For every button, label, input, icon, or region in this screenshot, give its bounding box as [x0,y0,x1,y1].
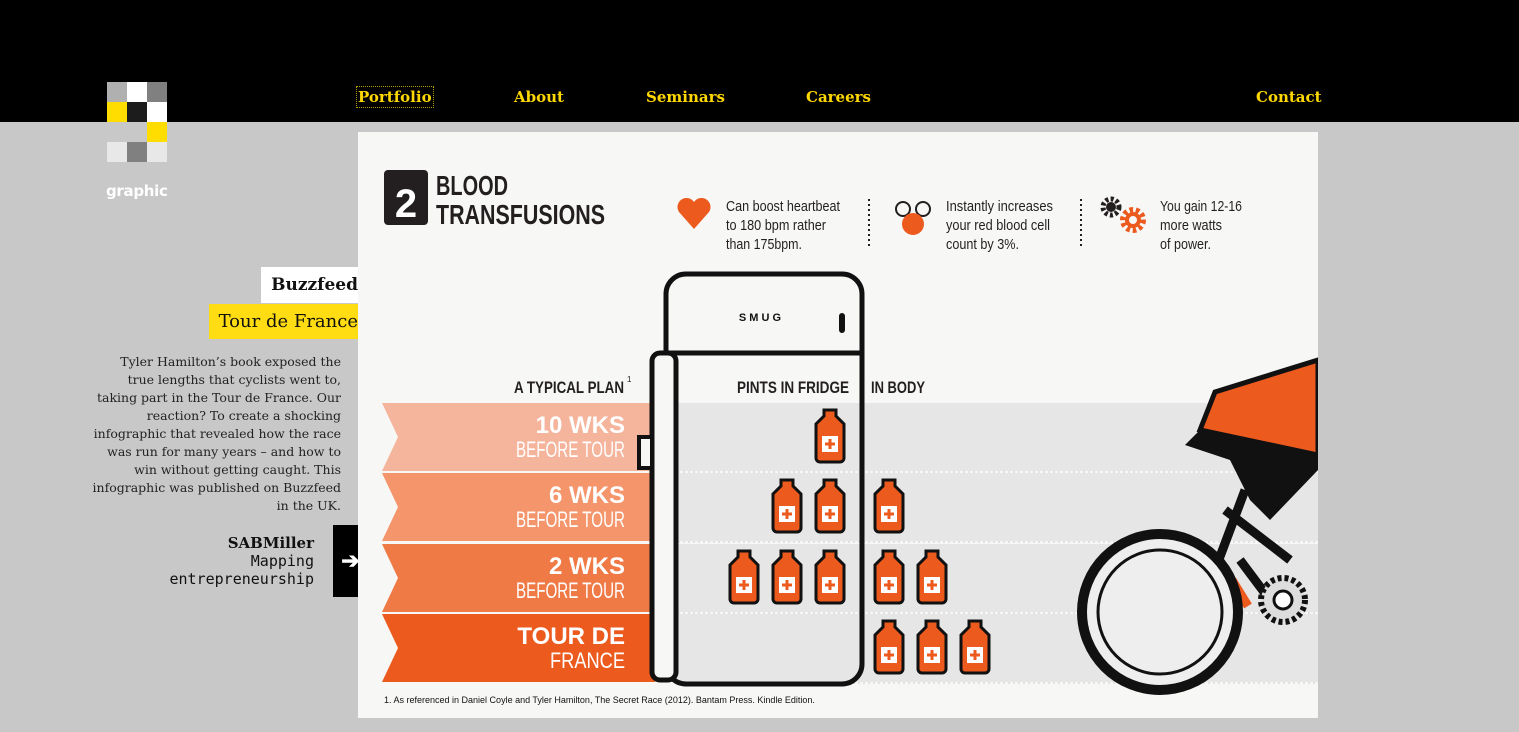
nav-about[interactable]: About [513,87,565,107]
logo-cell [127,82,147,102]
fact-1-line-1: Can boost heartbeat [726,198,841,215]
fact-3: You gain 12-16 more watts of power. [1160,198,1242,253]
fact-1-line-3: than 175bpm. [726,236,802,253]
next-project-link[interactable]: SABMiller Mapping entrepreneurship [170,534,315,588]
fact-2-line-1: Instantly increases [946,198,1053,215]
fact-3-line-2: more watts [1160,217,1222,234]
fact-3-line-3: of power. [1160,236,1211,253]
fact-3-line-1: You gain 12-16 [1160,198,1242,215]
arrow-right-icon: ➔ [341,548,360,574]
logo-cell [107,102,127,122]
fact-2-line-3: count by 3%. [946,236,1019,253]
row-label-1: 10 WKS [536,412,625,439]
row-label-2: BEFORE TOUR [516,578,625,603]
fridge-blood-bag-icon [771,549,803,605]
header-plan-note: 1 [627,375,632,384]
logo-cell [127,142,147,162]
plan-row: 10 WKSBEFORE TOUR [382,403,1318,473]
row-label-1: TOUR DE [517,623,625,650]
next-project-title-2: entrepreneurship [169,570,315,588]
body-blood-bag-icon [873,549,905,605]
body-blood-bag-icon [873,478,905,534]
number-text: 2 [395,182,417,226]
header-body: IN BODY [871,378,926,397]
row-label-2: FRANCE [550,648,625,673]
body-blood-bag-icon [959,619,991,675]
logo-cell [127,122,147,142]
logo-cell [107,142,127,162]
project-client: Buzzfeed [261,267,368,303]
fridge-blood-bag-icon [814,478,846,534]
logo-cell [147,122,167,142]
row-label-2: BEFORE TOUR [516,507,625,532]
body-blood-bag-icon [916,619,948,675]
logo-text[interactable]: graphic [106,182,168,200]
footnote: 1. As referenced in Daniel Coyle and Tyl… [384,695,815,705]
fact-2: Instantly increases your red blood cell … [946,198,1053,253]
project-description: Tyler Hamilton’s book exposed the true l… [92,354,341,513]
logo-cell [147,142,167,162]
fridge-blood-bag-icon [814,549,846,605]
heart-icon [677,197,711,229]
logo-cell [107,122,127,142]
infographic-svg: 2 BLOOD TRANSFUSIONS Can boost heartbeat… [382,170,1321,705]
next-project-title-1: Mapping [250,552,314,570]
fact-2-line-2: your red blood cell [946,217,1050,234]
title-line-2: TRANSFUSIONS [436,199,605,230]
logo-cell [147,102,167,122]
infographic-image: 2 BLOOD TRANSFUSIONS Can boost heartbeat… [358,132,1321,718]
body-blood-bag-icon [873,619,905,675]
fridge-blood-bag-icon [814,408,846,464]
nav-seminars[interactable]: Seminars [645,87,726,107]
body-blood-bag-icon [916,549,948,605]
fridge-blood-bag-icon [771,478,803,534]
nav-contact[interactable]: Contact [1255,87,1323,107]
title-line-1: BLOOD [436,170,508,201]
header-fridge: PINTS IN FRIDGE [737,378,849,397]
gears-icon [1100,196,1146,233]
nav-portfolio[interactable]: Portfolio [356,86,434,108]
blood-cell-icon [895,201,931,235]
row-label-1: 6 WKS [549,482,625,509]
fact-1: Can boost heartbeat to 180 bpm rather th… [726,198,841,253]
row-label-1: 2 WKS [549,553,625,580]
project-title: Tour de France [208,304,368,339]
header-plan: A TYPICAL PLAN [514,378,624,397]
fact-1-line-2: to 180 bpm rather [726,217,826,234]
logo-cell [107,82,127,102]
nav-careers[interactable]: Careers [805,87,872,107]
fridge-blood-bag-icon [728,549,760,605]
logo[interactable] [107,82,167,162]
row-label-2: BEFORE TOUR [516,437,625,462]
next-project-client: SABMiller [227,534,314,552]
logo-cell [127,102,147,122]
fridge-brand: S M U G [739,312,781,324]
logo-cell [147,82,167,102]
row-band [640,473,1318,541]
